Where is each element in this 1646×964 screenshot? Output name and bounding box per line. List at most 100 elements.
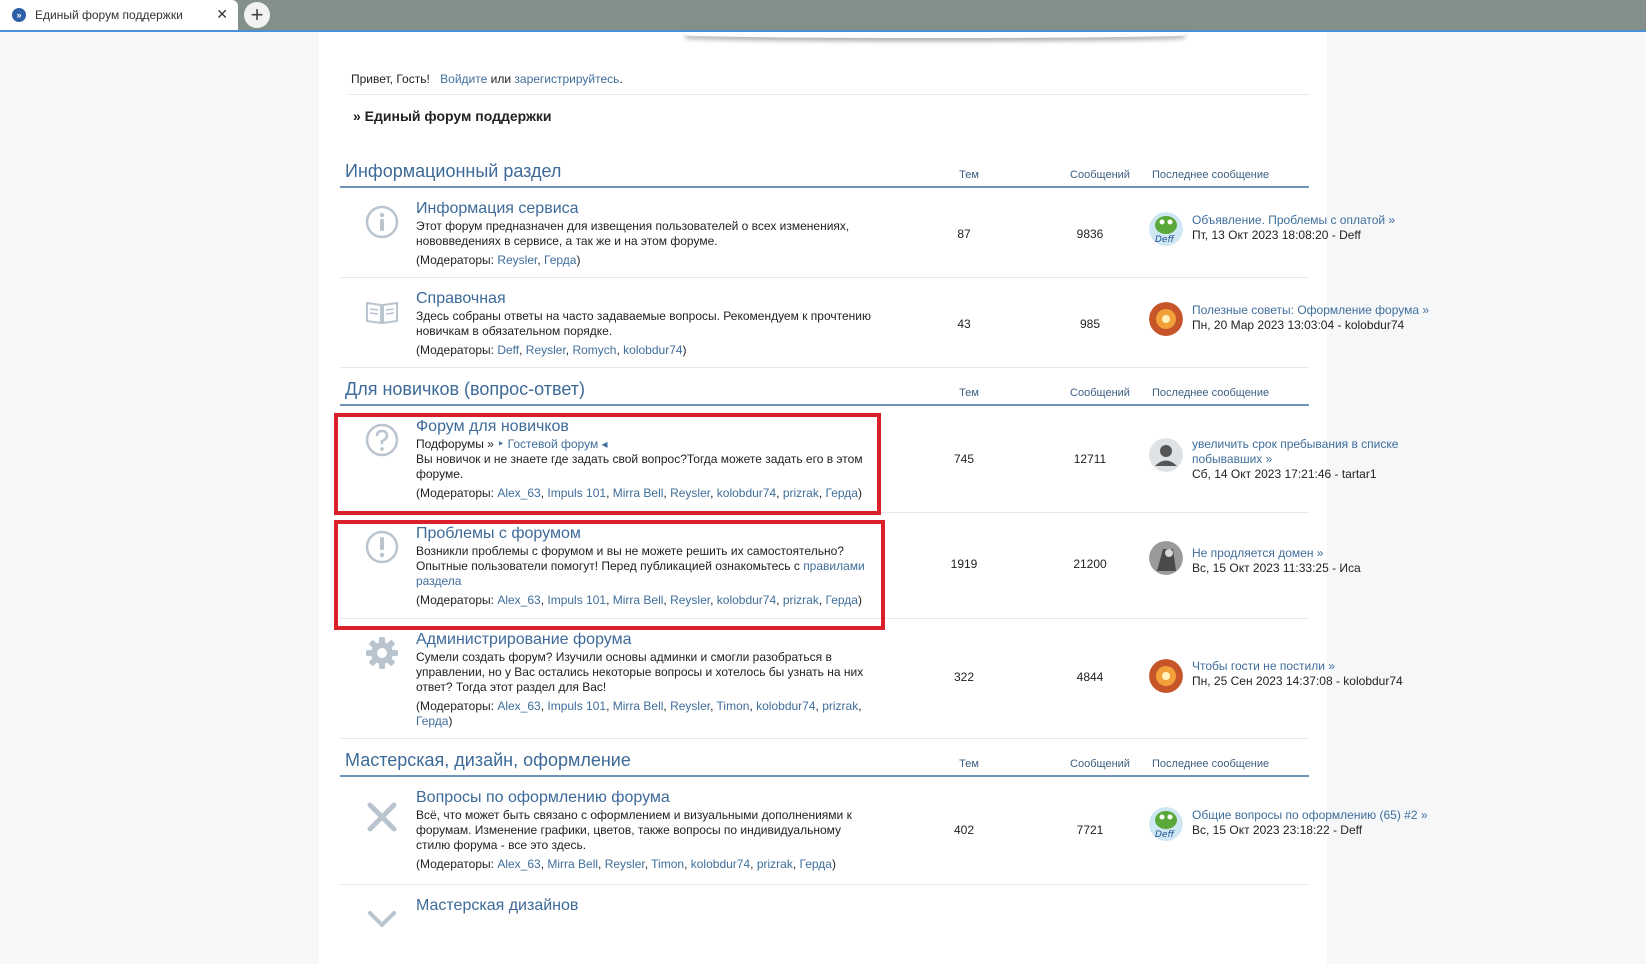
last-post-meta: Сб, 14 Окт 2023 17:21:46 - tartar1 [1192,467,1377,481]
last-post: Полезные советы: Оформление форума » Пн,… [1192,303,1452,333]
last-post-meta: Вс, 15 Окт 2023 11:33:25 - Иса [1192,561,1361,575]
tools-icon [367,802,397,832]
moderator-link[interactable]: Герда [800,857,832,871]
last-post: увеличить срок пребывания в списке побыв… [1192,437,1452,482]
forum-row: Информация сервиса Этот форум предназнач… [340,188,1395,278]
mods-prefix: (Модераторы: [416,343,498,357]
svg-text:Deff: Deff [1155,830,1175,840]
login-link[interactable]: Войдите [440,72,487,86]
category-title[interactable]: Мастерская, дизайн, оформление [345,750,631,771]
last-post-link[interactable]: Не продляется домен » [1192,546,1452,561]
moderator-link[interactable]: Alex_63 [497,699,540,713]
posts-count: 21200 [1073,557,1107,571]
forum-moderators: (Модераторы: Alex_63, Mirra Bell, Reysle… [416,857,836,871]
forum-moderators: (Модераторы: Reysler, Герда) [416,253,581,267]
last-post-link[interactable]: Общие вопросы по оформлению (65) #2 » [1192,808,1452,823]
last-post-link[interactable]: увеличить срок пребывания в списке побыв… [1192,437,1452,467]
col-last-post: Последнее сообщение [1152,169,1270,181]
moderator-link[interactable]: Mirra Bell [547,857,598,871]
user-avatar[interactable] [1149,659,1183,693]
moderator-link[interactable]: Герда [544,253,576,267]
forum-title[interactable]: Администрирование форума [416,631,632,649]
moderator-link[interactable]: Mirra Bell [613,699,664,713]
default-avatar-icon[interactable] [1149,438,1183,472]
forum-moderators: (Модераторы: Alex_63, Impuls 101, Mirra … [416,699,862,728]
last-post: Не продляется домен » Вс, 15 Окт 2023 11… [1192,546,1452,576]
moderator-link[interactable]: Timon [717,699,750,713]
forum-description: Сумели создать форум? Изучили основы адм… [416,650,864,694]
info-icon [365,205,399,239]
moderator-link[interactable]: kolobdur74 [623,343,682,357]
moderator-link[interactable]: Reysler [670,699,710,713]
category-title[interactable]: Информационный раздел [345,161,561,182]
new-tab-button[interactable]: + [244,2,270,28]
forum-title[interactable]: Мастерская дизайнов [416,897,578,915]
or-text: или [490,72,512,86]
highlight-box-newbies [334,413,881,515]
moderator-link[interactable]: Timon [651,857,684,871]
posts-count: 9836 [1076,227,1104,241]
moderator-link[interactable]: Reysler [497,253,537,267]
welcome-divider [349,94,1309,95]
forum-title[interactable]: Вопросы по оформлению форума [416,789,670,807]
moderator-link[interactable]: prizrak [822,699,858,713]
posts-count: 985 [1079,317,1101,331]
category-info: Информационный раздел Тем Сообщений Посл… [340,160,1429,368]
category-header: Информационный раздел Тем Сообщений Посл… [340,160,1309,188]
moderator-link[interactable]: kolobdur74 [691,857,750,871]
user-avatar[interactable] [1149,302,1183,336]
last-post-meta: Вс, 15 Окт 2023 23:18:22 - Deff [1192,823,1363,837]
moderator-link[interactable]: Deff [497,343,519,357]
guest-greeting: Привет, Гость! [351,72,430,86]
mods-prefix: (Модераторы: [416,699,498,713]
user-avatar[interactable]: Deff [1149,807,1183,841]
mods-prefix: (Модераторы: [416,857,498,871]
site-favicon-icon: » [12,8,26,22]
forum-title[interactable]: Справочная [416,290,506,308]
forum-row: Справочная Здесь собраны ответы на часто… [340,278,1429,368]
user-avatar[interactable]: Deff [1149,212,1183,246]
col-posts: Сообщений [1070,169,1130,181]
moderator-link[interactable]: kolobdur74 [756,699,815,713]
moderator-link[interactable]: Romych [572,343,616,357]
mods-suffix: ) [831,857,836,871]
col-topics: Тем [959,169,979,181]
last-post-link[interactable]: Полезные советы: Оформление форума » [1192,303,1452,318]
last-post-link[interactable]: Чтобы гости не постили » [1192,659,1452,674]
col-topics: Тем [959,758,979,770]
welcome-bar: Привет, Гость! Войдите или зарегистрируй… [351,72,623,86]
breadcrumb: » Единый форум поддержки [353,108,552,124]
col-last-post: Последнее сообщение [1152,758,1270,770]
moderator-link[interactable]: Reysler [526,343,566,357]
col-posts: Сообщений [1070,387,1130,399]
moderator-link[interactable]: Reysler [605,857,645,871]
forum-title[interactable]: Информация сервиса [416,200,579,218]
last-post-meta: Пн, 25 Сен 2023 14:37:08 - kolobdur74 [1192,674,1403,688]
moderator-link[interactable]: Impuls 101 [547,699,606,713]
moderator-link[interactable]: Alex_63 [497,857,540,871]
close-tab-icon[interactable]: ✕ [216,6,228,23]
last-post: Объявление. Проблемы с оплатой » Пт, 13 … [1192,213,1452,243]
mods-suffix: ) [576,253,581,267]
category-title[interactable]: Для новичков (вопрос-ответ) [345,379,585,400]
moderator-link[interactable]: Герда [416,714,448,728]
register-link[interactable]: зарегистрируйтесь [514,72,619,86]
user-avatar[interactable] [1149,541,1183,575]
welcome-dot: . [619,72,623,86]
forum-row: Мастерская дизайнов [340,885,1309,927]
topics-count: 402 [953,823,975,837]
forum-description: Всё, что может быть связано с оформление… [416,808,852,852]
category-design: Мастерская, дизайн, оформление Тем Сообщ… [340,749,1428,927]
browser-tab-bar: » Единый форум поддержки ✕ + [0,0,1646,30]
topics-count: 745 [953,452,975,466]
page-background-left [0,32,319,964]
brush-icon [368,911,396,927]
forum-moderators: (Модераторы: Deff, Reysler, Romych, kolo… [416,343,687,357]
topics-count: 1919 [950,557,978,571]
moderator-link[interactable]: prizrak [757,857,793,871]
topics-count: 87 [957,227,971,241]
last-post-link[interactable]: Объявление. Проблемы с оплатой » [1192,213,1452,228]
col-posts: Сообщений [1070,758,1130,770]
browser-tab[interactable]: » Единый форум поддержки ✕ [0,0,238,30]
forum-description: Здесь собраны ответы на часто задаваемые… [416,309,871,338]
